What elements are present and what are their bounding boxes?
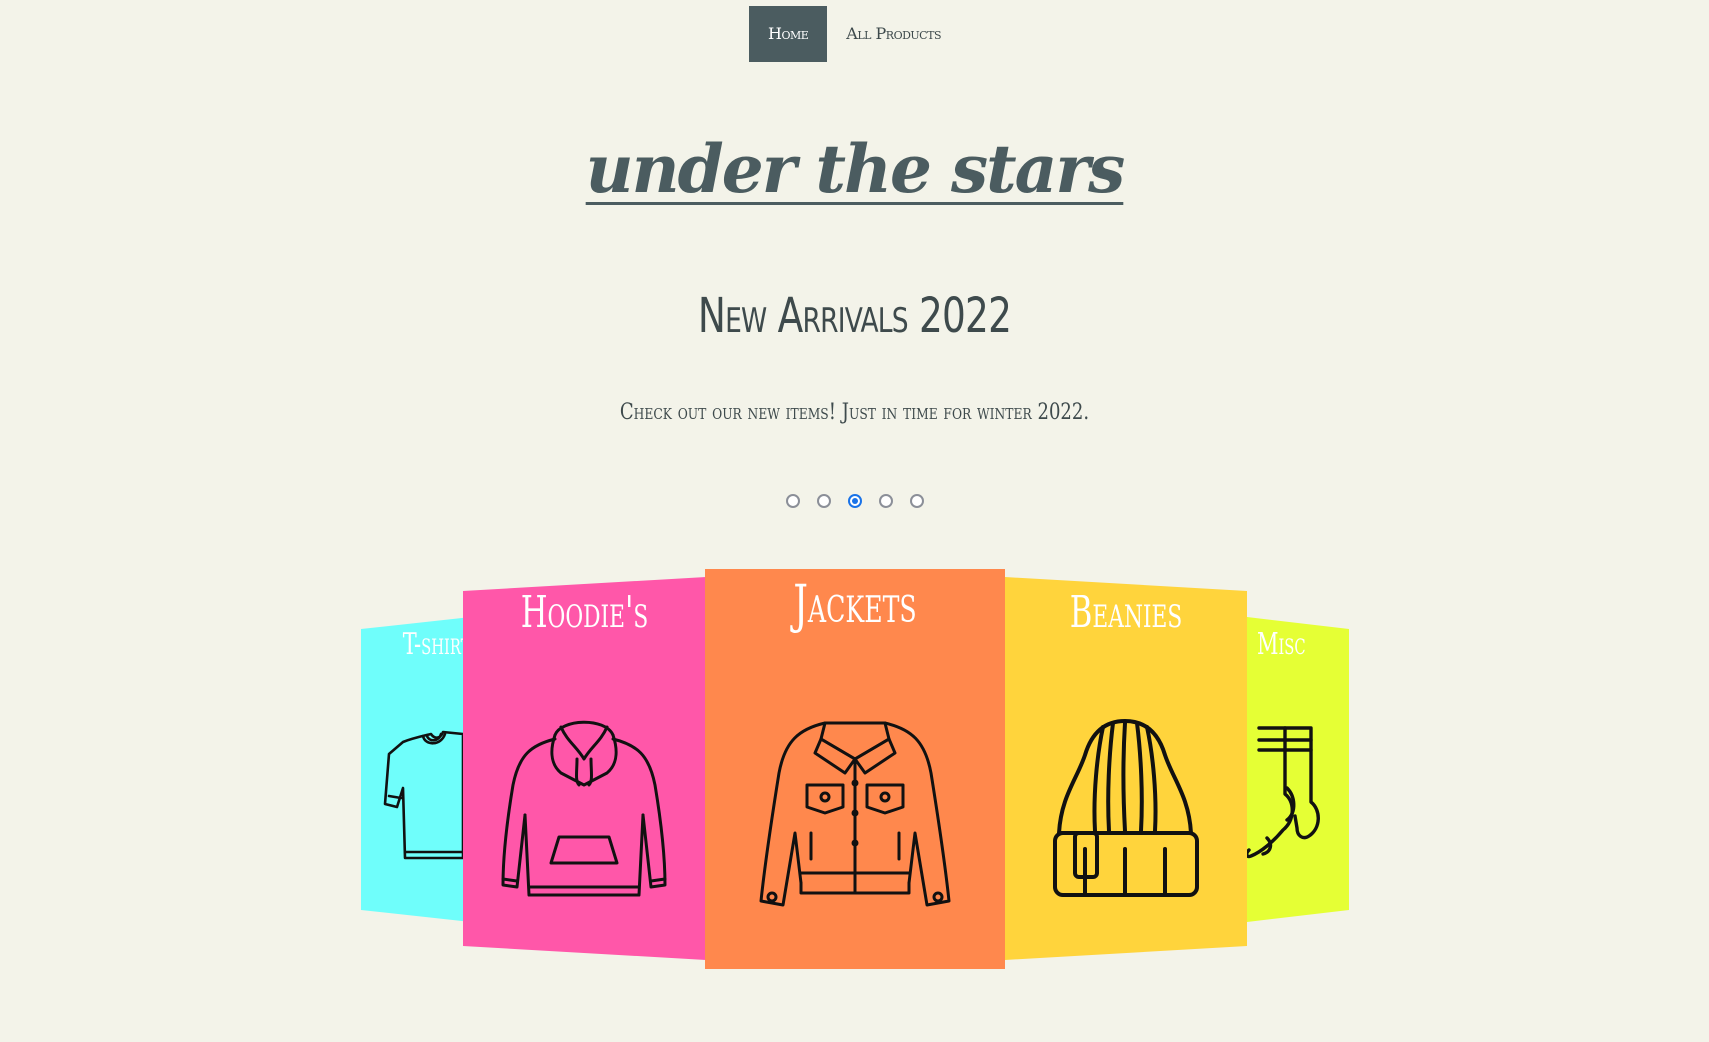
category-card-jackets[interactable]: Jackets (705, 569, 1005, 969)
nav-all-products-link[interactable]: All Products (827, 6, 960, 62)
card-label: Hoodie's (520, 587, 649, 638)
brand-title-link[interactable]: under the stars (586, 130, 1126, 208)
category-card-tshirt[interactable]: T-shirt (361, 612, 471, 922)
nav-home-link[interactable]: Home (749, 6, 828, 62)
hoodie-icon (501, 720, 667, 897)
socks-icon (1247, 726, 1320, 859)
carousel-dots (0, 494, 1709, 508)
card-label: Jackets (793, 575, 917, 635)
main-nav: Home All Products (0, 6, 1709, 62)
carousel-dot[interactable] (847, 494, 862, 508)
beanie-icon (1053, 719, 1199, 897)
hero-heading: New Arrivals 2022 (697, 288, 1012, 344)
hero-subheading: Check out our new items! Just in time fo… (619, 400, 1090, 425)
carousel-dot[interactable] (785, 494, 800, 508)
carousel-dot[interactable] (909, 494, 924, 508)
category-card-misc[interactable]: Misc (1247, 612, 1349, 922)
category-card-beanies[interactable]: Beanies (1005, 577, 1247, 960)
brand-header: under the stars (0, 130, 1709, 208)
carousel-dot[interactable] (878, 494, 893, 508)
card-label: Beanies (1069, 587, 1183, 638)
card-label: Misc (1257, 627, 1306, 662)
jacket-icon (759, 721, 951, 907)
carousel-dot[interactable] (816, 494, 831, 508)
category-card-hoodies[interactable]: Hoodie's (463, 577, 706, 960)
